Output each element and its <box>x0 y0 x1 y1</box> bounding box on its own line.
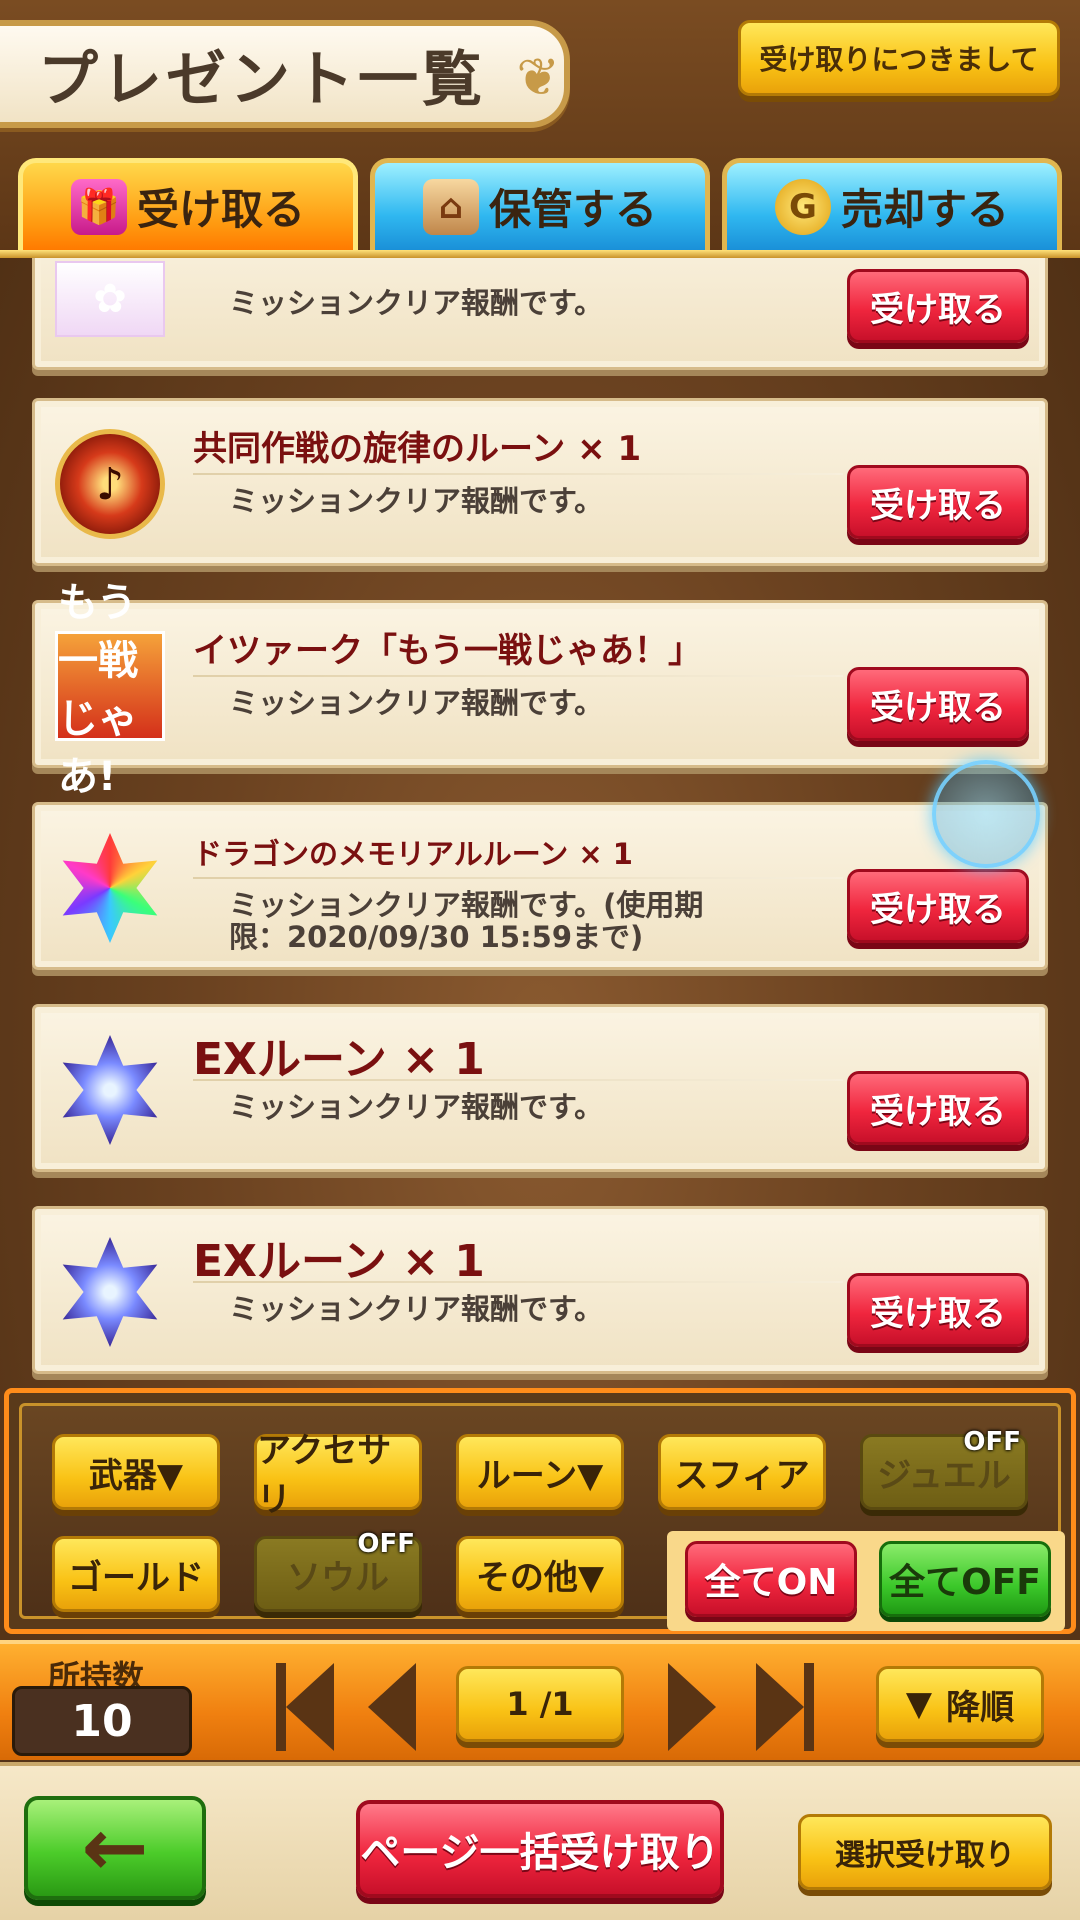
ex-rune-icon <box>62 1237 158 1347</box>
prev-arrow-icon <box>368 1663 416 1751</box>
filter-accessory-button[interactable]: アクセサリ <box>254 1431 422 1520</box>
filter-label: アクセサリ <box>257 1431 392 1520</box>
filter-panel: 武器▼ アクセサリ ルーン▼ スフィア ジュエル OFF ゴールド ソウル OF… <box>4 1388 1076 1634</box>
prev-page-button[interactable] <box>362 1662 422 1752</box>
item-name: EXルーン × 1 <box>193 1236 485 1287</box>
tab-sell[interactable]: G 売却する <box>722 158 1062 250</box>
sort-label: 降順 <box>946 1687 1015 1728</box>
tab-underline <box>0 250 1080 258</box>
filter-label: その他▼ <box>475 1557 605 1598</box>
item-description: ミッションクリア報酬です。(使用期限：2020/09/30 15:59まで) <box>229 888 704 954</box>
list-item: ドラゴンのメモリアルルーン × 1 ミッションクリア報酬です。(使用期限：202… <box>32 802 1048 970</box>
item-description: ミッションクリア報酬です。 <box>229 1090 604 1124</box>
sort-down-icon: ▼ <box>905 1684 933 1724</box>
bulk-receive-button[interactable]: ページ一括受け取り <box>356 1800 724 1898</box>
filter-rune-button[interactable]: ルーン▼ <box>456 1434 624 1510</box>
receive-button[interactable]: 受け取る <box>847 1273 1029 1347</box>
item-name: 共同作戦の旋律のルーン × 1 <box>193 429 642 469</box>
list-item: EXルーン × 1 ミッションクリア報酬です。 受け取る <box>32 1004 1048 1172</box>
first-page-button[interactable] <box>272 1662 338 1752</box>
back-button[interactable]: ← <box>24 1796 206 1900</box>
filter-label: スフィア <box>674 1455 810 1496</box>
divider <box>193 1079 843 1081</box>
item-name: ドラゴンのメモリアルルーン × 1 <box>193 837 633 871</box>
item-description: ミッションクリア報酬です。 <box>229 1292 604 1326</box>
off-badge: OFF <box>357 1529 415 1559</box>
divider <box>193 877 843 879</box>
footer-bar: ← ページ一括受け取り 選択受け取り <box>0 1762 1080 1920</box>
sort-order-button[interactable]: ▼ 降順 <box>876 1666 1044 1742</box>
page-title: プレゼント一覧 <box>38 44 486 115</box>
receive-button[interactable]: 受け取る <box>847 465 1029 539</box>
house-icon: ⌂ <box>422 178 479 235</box>
item-name: EXルーン × 1 <box>193 1034 485 1085</box>
receive-button[interactable]: 受け取る <box>847 1071 1029 1145</box>
last-page-button[interactable] <box>752 1662 818 1752</box>
first-page-bar-icon <box>276 1663 286 1751</box>
present-list[interactable]: ✿ ミッションクリア報酬です。 受け取る ♪ 共同作戦の旋律のルーン × 1 ミ… <box>0 258 1080 1388</box>
tab-store[interactable]: ⌂ 保管する <box>370 158 710 250</box>
title-plate: プレゼント一覧 ❦ <box>0 20 570 128</box>
item-description: ミッションクリア報酬です。 <box>229 484 604 518</box>
off-badge: OFF <box>963 1427 1021 1457</box>
filter-sphere-button[interactable]: スフィア <box>658 1434 826 1510</box>
paging-bar: 所持数 10 1 /1 ▼ 降順 <box>0 1640 1080 1760</box>
list-item: EXルーン × 1 ミッションクリア報酬です。 受け取る <box>32 1206 1048 1374</box>
back-arrow-icon: ← <box>81 1801 149 1894</box>
item-description: ミッションクリア報酬です。 <box>229 286 604 320</box>
ornament-icon: ❦ <box>516 48 560 108</box>
last-page-arrow-icon <box>756 1663 804 1751</box>
list-item: ♪ 共同作戦の旋律のルーン × 1 ミッションクリア報酬です。 受け取る <box>32 398 1048 566</box>
first-page-arrow-icon <box>286 1663 334 1751</box>
character-sticker-icon: ✿ <box>55 261 165 337</box>
filter-panel-inner: 武器▼ アクセサリ ルーン▼ スフィア ジュエル OFF ゴールド ソウル OF… <box>19 1403 1065 1631</box>
next-arrow-icon <box>668 1663 716 1751</box>
tab-receive[interactable]: 🎁 受け取る <box>18 158 358 250</box>
filter-other-button[interactable]: その他▼ <box>456 1536 624 1612</box>
all-off-button[interactable]: 全てOFF <box>879 1541 1051 1617</box>
filter-label: ルーン▼ <box>476 1455 604 1496</box>
select-receive-button[interactable]: 選択受け取り <box>798 1814 1052 1890</box>
filter-jewel-button[interactable]: ジュエル OFF <box>860 1427 1028 1510</box>
page-indicator: 1 /1 <box>456 1666 624 1742</box>
divider <box>193 675 843 677</box>
receive-button[interactable]: 受け取る <box>847 667 1029 741</box>
list-item: ✿ ミッションクリア報酬です。 受け取る <box>32 258 1048 370</box>
filter-label: 武器▼ <box>88 1455 184 1496</box>
portrait-caption: もう一戦じゃあ! <box>58 580 138 800</box>
item-description: ミッションクリア報酬です。 <box>229 686 604 720</box>
tab-sell-label: 売却する <box>840 185 1009 234</box>
count-value: 10 <box>12 1686 192 1756</box>
item-name: イツァーク「もう一戦じゃあ！」 <box>193 631 702 671</box>
ex-rune-icon <box>62 1035 158 1145</box>
red-rune-icon: ♪ <box>55 429 165 539</box>
list-item: もう一戦じゃあ! イツァーク「もう一戦じゃあ！」 ミッションクリア報酬です。 受… <box>32 580 1048 800</box>
filter-gold-button[interactable]: ゴールド <box>52 1536 220 1612</box>
all-toggle-group: 全てON 全てOFF <box>667 1531 1065 1631</box>
filter-soul-button[interactable]: ソウル OFF <box>254 1529 422 1612</box>
touch-indicator <box>932 760 1040 868</box>
filter-weapon-button[interactable]: 武器▼ <box>52 1434 220 1510</box>
rainbow-star-rune-icon <box>62 833 158 943</box>
receive-button[interactable]: 受け取る <box>847 869 1029 943</box>
character-portrait-icon: もう一戦じゃあ! <box>55 580 165 800</box>
divider <box>193 1281 843 1283</box>
tab-store-label: 保管する <box>488 185 657 234</box>
tab-receive-label: 受け取る <box>136 185 305 234</box>
gift-icon: 🎁 <box>70 178 127 235</box>
receive-button[interactable]: 受け取る <box>847 269 1029 343</box>
filter-label: ゴールド <box>68 1557 204 1598</box>
gold-coin-icon: G <box>774 178 831 235</box>
all-on-button[interactable]: 全てON <box>685 1541 857 1617</box>
next-page-button[interactable] <box>662 1662 722 1752</box>
divider <box>193 473 843 475</box>
last-page-bar-icon <box>804 1663 814 1751</box>
about-receiving-button[interactable]: 受け取りにつきまして <box>738 20 1060 96</box>
